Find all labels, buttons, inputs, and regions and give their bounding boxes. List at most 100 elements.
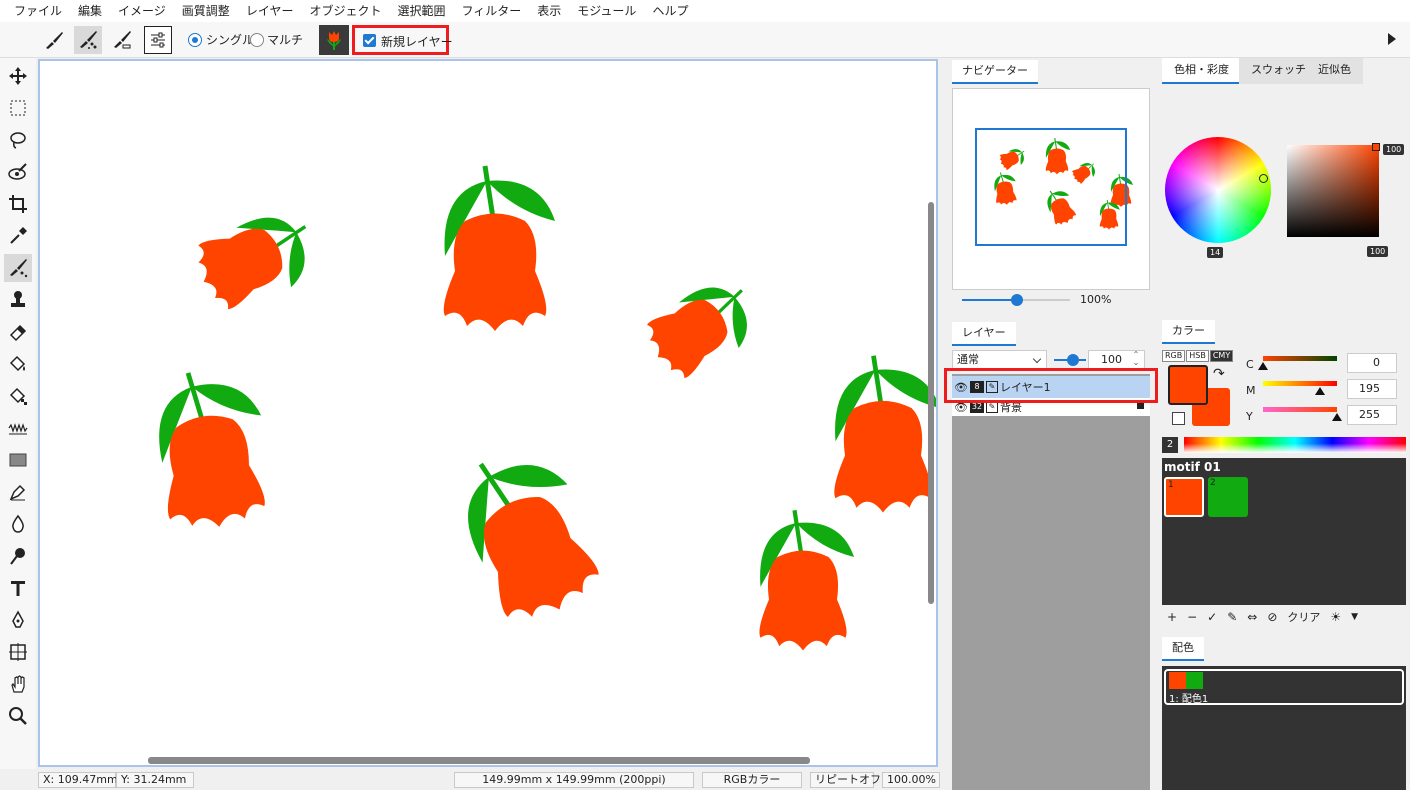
brush-mode-icon[interactable] bbox=[40, 26, 68, 54]
motif-brush-mode-icon[interactable] bbox=[74, 26, 102, 54]
text-icon[interactable] bbox=[4, 574, 32, 602]
tab-similar-colors[interactable]: 近似色 bbox=[1306, 58, 1363, 84]
magic-wand-icon[interactable] bbox=[4, 158, 32, 186]
app-window: ファイル 編集 イメージ 画質調整 レイヤー オブジェクト 選択範囲 フィルター… bbox=[0, 0, 1410, 790]
status-repeat[interactable]: リピートオフ bbox=[810, 772, 881, 788]
navigator-zoom-slider[interactable] bbox=[962, 294, 1070, 306]
c-slider[interactable] bbox=[1263, 356, 1337, 361]
rect-select-icon[interactable] bbox=[4, 94, 32, 122]
motif-brush-icon[interactable] bbox=[4, 254, 32, 282]
hand-icon[interactable] bbox=[4, 670, 32, 698]
multi-radio[interactable] bbox=[250, 33, 264, 47]
layers-tab[interactable]: レイヤー bbox=[952, 322, 1016, 346]
menu-layer[interactable]: レイヤー bbox=[238, 0, 302, 22]
swap-icon[interactable]: ⇔ bbox=[1242, 610, 1262, 624]
stamp-icon[interactable] bbox=[4, 286, 32, 314]
vertical-scrollbar[interactable] bbox=[928, 202, 934, 604]
new-layer-checkbox[interactable] bbox=[363, 34, 376, 47]
sv-marker[interactable] bbox=[1372, 143, 1380, 151]
fill-icon[interactable] bbox=[4, 350, 32, 378]
c-input[interactable]: 0 bbox=[1347, 353, 1397, 373]
m-slider-knob[interactable] bbox=[1315, 387, 1325, 395]
opacity-input[interactable]: 100 ⌃ ⌄ bbox=[1088, 350, 1145, 370]
default-colors-icon[interactable] bbox=[1172, 412, 1185, 425]
tab-hue-saturation[interactable]: 色相・彩度 bbox=[1162, 58, 1241, 84]
y-input[interactable]: 255 bbox=[1347, 405, 1397, 425]
eraser-icon[interactable] bbox=[4, 318, 32, 346]
opacity-slider-knob[interactable] bbox=[1067, 354, 1079, 366]
menu-module[interactable]: モジュール bbox=[569, 0, 644, 22]
crop-icon[interactable] bbox=[4, 190, 32, 218]
palette-item[interactable]: 1: 配色1 bbox=[1164, 669, 1404, 705]
lasso-icon[interactable] bbox=[4, 126, 32, 154]
pattern-fill-icon[interactable] bbox=[4, 382, 32, 410]
clear-button[interactable]: クリア bbox=[1282, 609, 1325, 625]
mode-rgb[interactable]: RGB bbox=[1162, 350, 1186, 362]
menu-help[interactable]: ヘルプ bbox=[644, 0, 696, 22]
rectangle-icon[interactable] bbox=[4, 446, 32, 474]
hue-wheel[interactable] bbox=[1165, 137, 1271, 243]
zoom-slider-knob[interactable] bbox=[1011, 294, 1023, 306]
sun-icon[interactable]: ☀ bbox=[1325, 610, 1346, 624]
palette-color-1 bbox=[1169, 672, 1186, 689]
swap-colors-icon[interactable]: ↷ bbox=[1213, 366, 1225, 382]
menu-select[interactable]: 選択範囲 bbox=[389, 0, 453, 22]
drop-icon[interactable] bbox=[4, 510, 32, 538]
menu-edit[interactable]: 編集 bbox=[70, 0, 110, 22]
menu-object[interactable]: オブジェクト bbox=[301, 0, 389, 22]
menu-file[interactable]: ファイル bbox=[6, 0, 70, 22]
horizontal-scrollbar[interactable] bbox=[148, 757, 810, 764]
menu-image[interactable]: イメージ bbox=[110, 0, 174, 22]
pen-edit-icon[interactable] bbox=[4, 478, 32, 506]
navigator-tab[interactable]: ナビゲーター bbox=[952, 60, 1038, 84]
spectrum-index: 2 bbox=[1162, 437, 1178, 453]
y-slider-knob[interactable] bbox=[1332, 413, 1342, 421]
m-input[interactable]: 195 bbox=[1347, 379, 1397, 399]
no-icon[interactable]: ⊘ bbox=[1262, 610, 1282, 624]
blend-mode-select[interactable]: 通常 bbox=[952, 350, 1047, 370]
scatter-brush-mode-icon[interactable] bbox=[108, 26, 136, 54]
new-layer-label: 新規レイヤー bbox=[381, 35, 453, 49]
panel-expand-icon[interactable] bbox=[1388, 33, 1396, 45]
check-icon[interactable]: ✓ bbox=[1202, 610, 1222, 624]
status-bar: X: 109.47mm Y: 31.24mm 149.99mm x 149.99… bbox=[0, 769, 946, 790]
hue-wheel-marker[interactable] bbox=[1259, 174, 1268, 183]
status-y-label: Y: bbox=[121, 773, 130, 786]
m-slider[interactable] bbox=[1263, 381, 1337, 386]
navigator-viewport[interactable] bbox=[975, 128, 1127, 246]
menu-view[interactable]: 表示 bbox=[529, 0, 569, 22]
pen-icon[interactable] bbox=[4, 606, 32, 634]
menu-down-icon[interactable]: ▼ bbox=[1346, 612, 1363, 622]
motif-toolbar: + − ✓ ✎ ⇔ ⊘ クリア ☀ ▼ bbox=[1162, 608, 1363, 626]
wave-icon[interactable] bbox=[4, 414, 32, 442]
tulip-motif bbox=[834, 355, 940, 513]
drawing-canvas[interactable] bbox=[38, 59, 940, 767]
zoom-icon[interactable] bbox=[4, 702, 32, 730]
foreground-color-swatch[interactable] bbox=[1168, 365, 1208, 405]
add-icon[interactable]: + bbox=[1162, 610, 1182, 624]
c-slider-knob[interactable] bbox=[1258, 362, 1268, 370]
motif-swatch-1[interactable]: 1 bbox=[1164, 477, 1204, 517]
settings-sliders-icon[interactable] bbox=[144, 26, 172, 54]
mode-cmy[interactable]: CMY bbox=[1209, 350, 1234, 362]
edit-pen-icon[interactable]: ✎ bbox=[1222, 610, 1242, 624]
menu-adjust[interactable]: 画質調整 bbox=[174, 0, 238, 22]
color-tab[interactable]: カラー bbox=[1162, 320, 1215, 344]
palette-tab[interactable]: 配色 bbox=[1162, 637, 1204, 661]
motif-swatch-2[interactable]: 2 bbox=[1208, 477, 1248, 517]
menu-filter[interactable]: フィルター bbox=[453, 0, 529, 22]
transform-icon[interactable] bbox=[4, 638, 32, 666]
remove-icon[interactable]: − bbox=[1182, 610, 1202, 624]
menu-bar: ファイル 編集 イメージ 画質調整 レイヤー オブジェクト 選択範囲 フィルター… bbox=[0, 0, 1410, 22]
move-icon[interactable] bbox=[4, 62, 32, 90]
saturation-value-square[interactable] bbox=[1287, 145, 1379, 237]
navigator-preview[interactable] bbox=[952, 88, 1150, 290]
single-radio[interactable] bbox=[188, 33, 202, 47]
color-spectrum[interactable] bbox=[1184, 437, 1406, 453]
mode-hsb[interactable]: HSB bbox=[1186, 350, 1209, 362]
motif-tulip-icon[interactable] bbox=[319, 25, 349, 55]
smudge-icon[interactable] bbox=[4, 542, 32, 570]
eyedropper-icon[interactable] bbox=[4, 222, 32, 250]
y-slider[interactable] bbox=[1263, 407, 1337, 412]
status-zoom[interactable]: 100.00% bbox=[882, 772, 940, 788]
